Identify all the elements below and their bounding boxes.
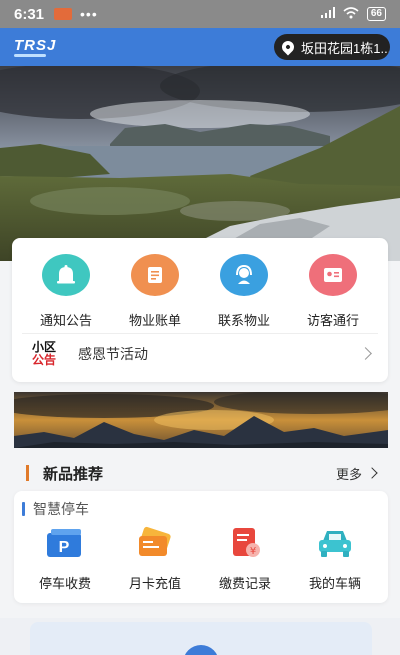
location-label: 坂田花园1栋1... [301, 40, 390, 56]
status-time: 6:31 [14, 5, 45, 23]
status-bar: 6:31 ••• 66 [0, 0, 400, 28]
car-icon [292, 525, 378, 561]
notice-board-button[interactable]: 通知公告 [26, 254, 106, 329]
parking-action-label: 停车收费 [38, 576, 91, 591]
parking-action-label: 缴费记录 [218, 576, 271, 591]
headset-icon [220, 254, 268, 296]
quick-action-label: 访客通行 [306, 313, 359, 328]
parking-icon: P [22, 525, 108, 561]
svg-text:¥: ¥ [250, 546, 256, 557]
contact-property-button[interactable]: 联系物业 [204, 254, 284, 329]
location-selector[interactable]: 坂田花园1栋1... [274, 34, 390, 60]
notice-text: 感恩节活动 [78, 345, 148, 362]
parking-action-label: 月卡充值 [128, 576, 181, 591]
section-accent-bar [26, 465, 29, 481]
wifi-icon [343, 6, 359, 22]
smart-parking-title: 智慧停车 [33, 501, 89, 517]
chevron-right-icon[interactable] [366, 467, 378, 479]
app-logo: TRSJ [14, 37, 57, 54]
status-indicators: 66 [320, 6, 386, 22]
quick-actions-card: 通知公告 物业账单 联系物业 访客通行 小区 公告 感恩节活动 [12, 238, 388, 382]
more-notifications-icon: ••• [80, 6, 98, 22]
quick-action-label: 通知公告 [39, 313, 92, 328]
new-products-section-header: 新品推荐 更多 [14, 458, 388, 488]
location-pin-icon [279, 38, 297, 56]
bell-icon [42, 254, 90, 296]
receipt-icon: ¥ [202, 525, 288, 561]
signal-icon [320, 7, 335, 21]
visitor-pass-button[interactable]: 访客通行 [293, 254, 373, 329]
battery-icon: 66 [366, 7, 386, 21]
card-icon [112, 525, 198, 561]
parking-action-label: 我的车辆 [308, 576, 361, 591]
smart-parking-header: 智慧停车 [22, 499, 89, 519]
hero-banner-image[interactable] [0, 66, 400, 261]
app-notification-icon [54, 8, 73, 20]
bill-icon [131, 254, 179, 296]
monthly-card-recharge-button[interactable]: 月卡充值 [112, 525, 198, 592]
more-link[interactable]: 更多 [336, 464, 362, 483]
svg-text:P: P [59, 539, 70, 556]
property-bill-button[interactable]: 物业账单 [115, 254, 195, 329]
payment-records-button[interactable]: ¥ 缴费记录 [202, 525, 288, 592]
section-title: 新品推荐 [43, 465, 104, 483]
community-notice-tag: 小区 公告 [32, 339, 57, 367]
my-vehicles-button[interactable]: 我的车辆 [292, 525, 378, 592]
quick-action-label: 物业账单 [128, 313, 181, 328]
top-bar: TRSJ 坂田花园1栋1... [0, 28, 400, 66]
promo-banner-image[interactable] [14, 392, 388, 448]
chevron-right-icon [359, 347, 372, 360]
id-card-icon [309, 254, 357, 296]
quick-action-label: 联系物业 [217, 313, 270, 328]
parking-fee-button[interactable]: P 停车收费 [22, 525, 108, 592]
section-accent-bar [22, 502, 25, 516]
smart-parking-card: 智慧停车 P 停车收费 月卡充值 ¥ 缴费记录 我的车辆 [14, 491, 388, 603]
logo-underline [14, 54, 46, 57]
community-notice-row[interactable]: 小区 公告 感恩节活动 [22, 333, 378, 373]
